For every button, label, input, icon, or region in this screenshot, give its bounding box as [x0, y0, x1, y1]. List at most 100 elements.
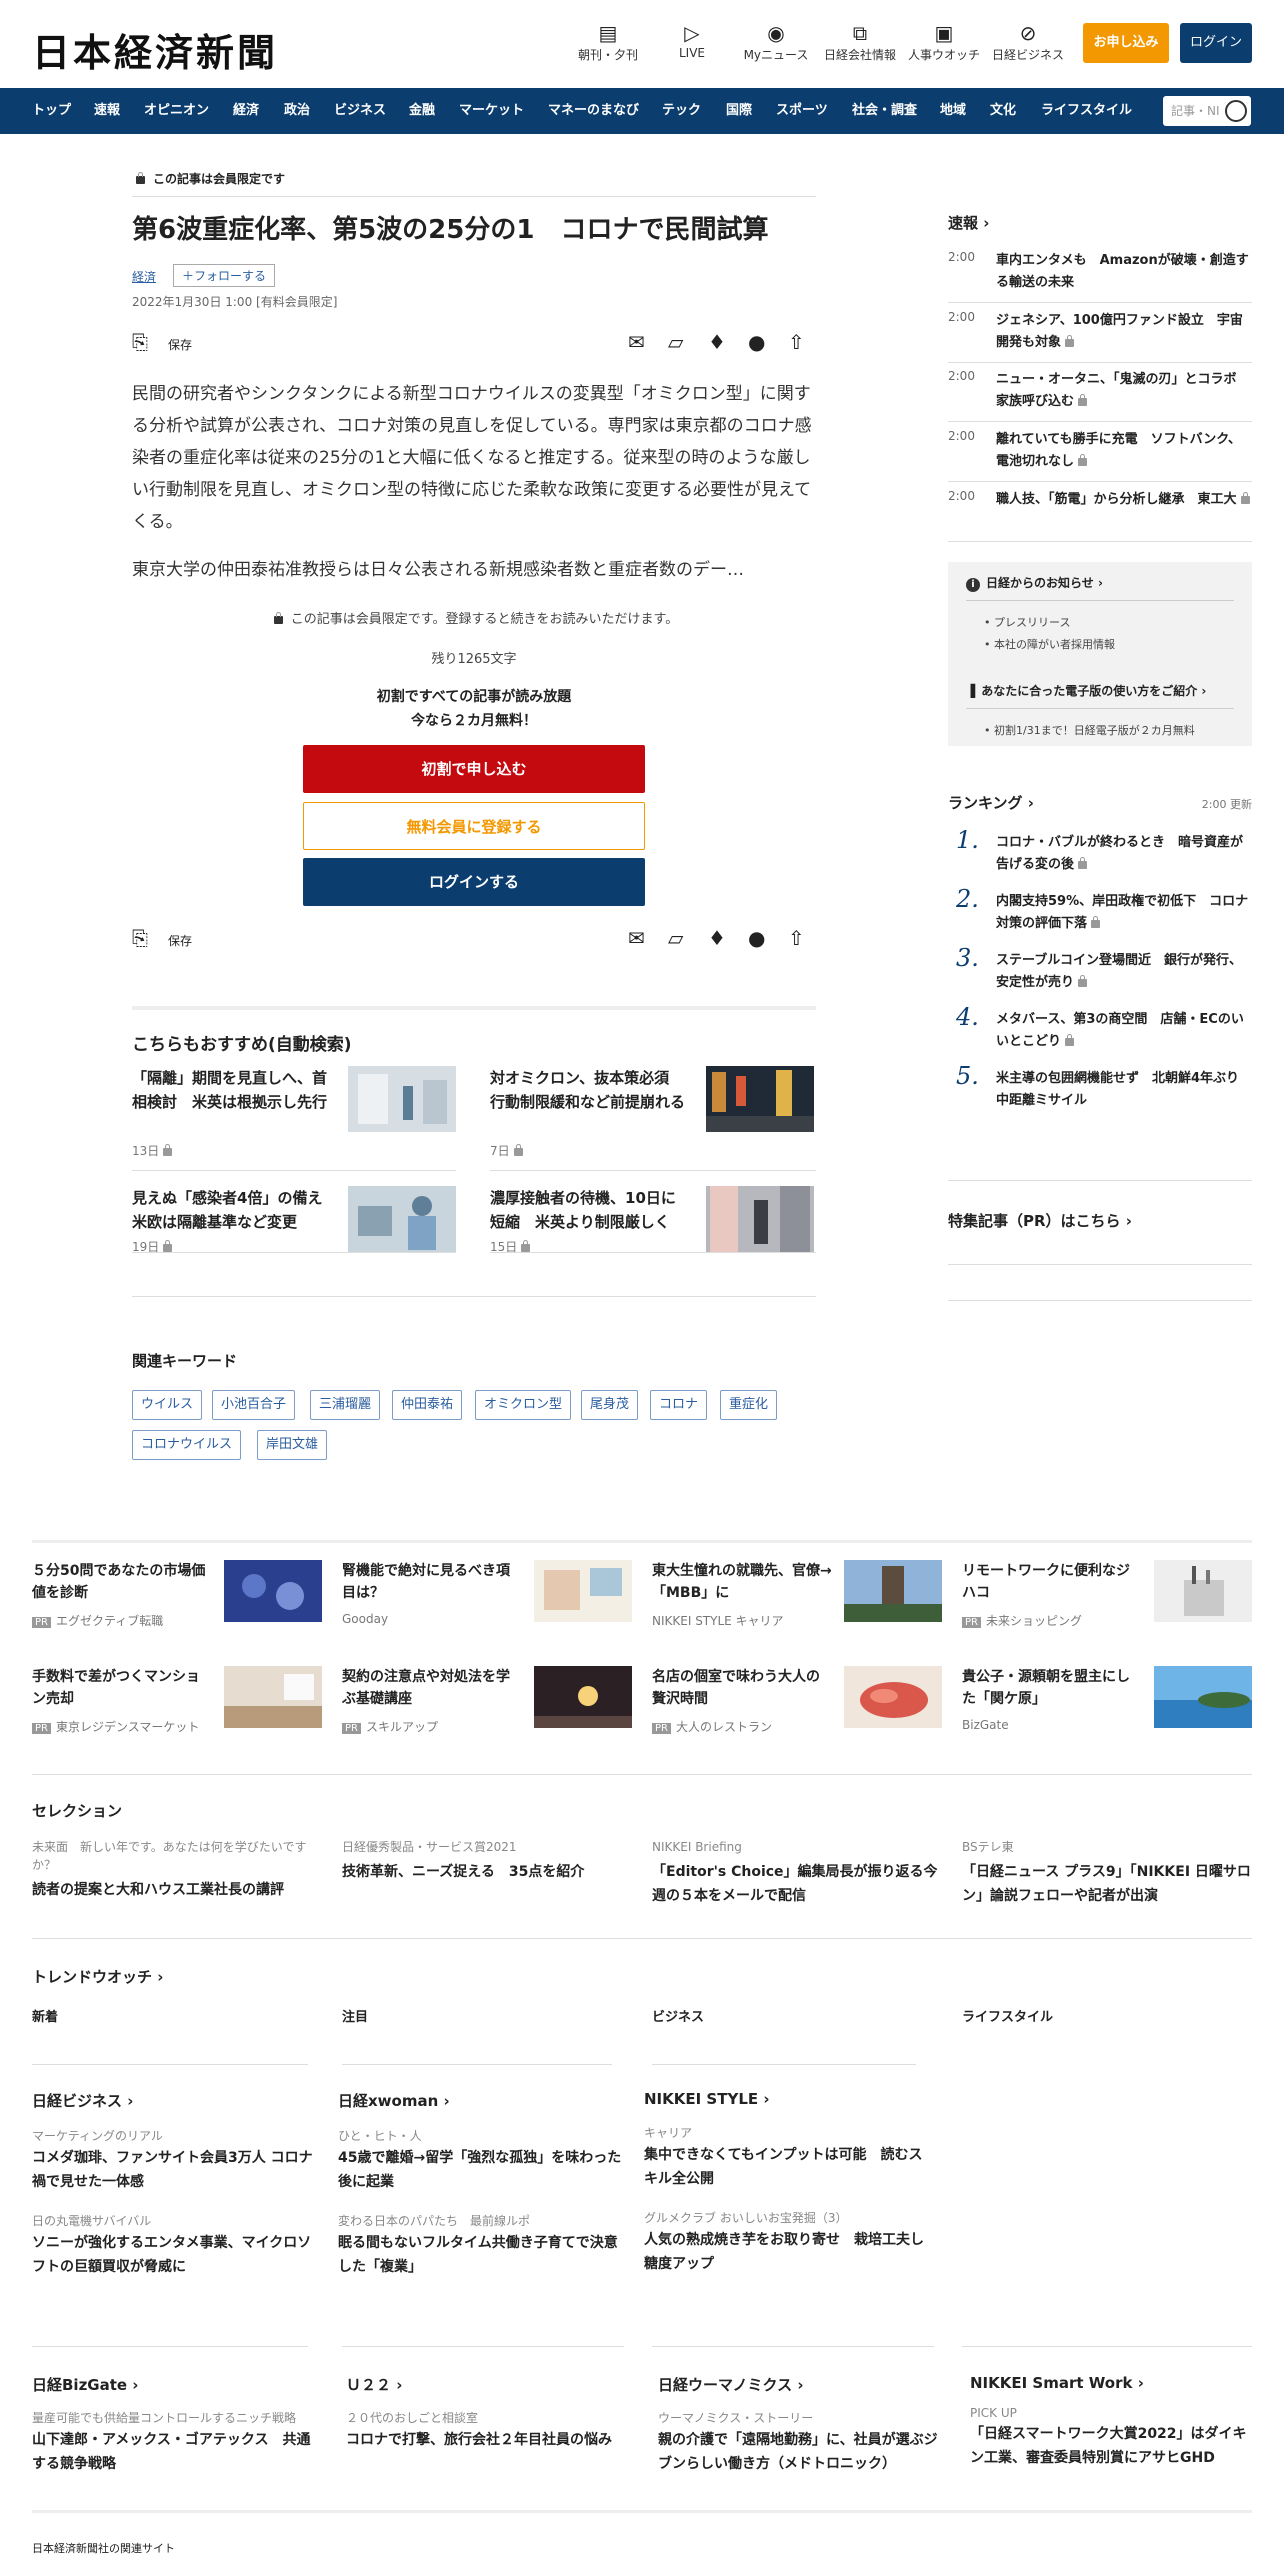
ranking-item[interactable]: 2. 内閣支持59%、岸田政権で初低下 コロナ対策の評価下落	[948, 885, 1252, 941]
selection-item[interactable]: 日経優秀製品・サービス賞2021 技術革新、ニーズ捉える 35点を紹介	[342, 1838, 632, 1884]
nav-item-culture[interactable]: 文化	[990, 88, 1016, 134]
category-link[interactable]: 経済	[132, 268, 156, 285]
ranking-update-time: 2:00 更新	[1201, 798, 1252, 811]
ad-item[interactable]: 契約の注意点や対処法を学ぶ基礎講座 PR スキルアップ	[342, 1666, 632, 1736]
nav-item-top[interactable]: トップ	[32, 88, 71, 134]
notice-item[interactable]: • プレスリリース	[984, 614, 1070, 630]
sokuho-item[interactable]: 2:00 離れていても勝手に充電 ソフトバンク、電池切れなし	[948, 429, 1252, 479]
ranking-item[interactable]: 1. コロナ・バブルが終わるとき 暗号資産が告げる変の後	[948, 826, 1252, 882]
keyword-chip[interactable]: 尾身茂	[581, 1390, 639, 1420]
tab-business[interactable]: ビジネス	[652, 2006, 704, 2025]
nav-item-society[interactable]: 社会・調査	[852, 88, 917, 134]
bookmark-icon[interactable]: ▱	[668, 330, 683, 354]
share-icon[interactable]: ⇧	[788, 926, 805, 950]
keyword-chip[interactable]: コロナ	[650, 1390, 708, 1420]
mail-icon[interactable]: ✉	[628, 330, 645, 354]
trend-watch-heading[interactable]: トレンドウオッチ ›	[32, 1966, 163, 1987]
company-info-link[interactable]: ⧉ 日経会社情報	[820, 20, 900, 63]
notice-item[interactable]: • 本社の障がい者採用情報	[984, 636, 1115, 652]
pr-features-link[interactable]: 特集記事（PR）はこちら ›	[948, 1210, 1132, 1231]
keyword-chip[interactable]: オミクロン型	[475, 1390, 572, 1420]
live-link[interactable]: ▷ LIVE	[652, 20, 732, 60]
selection-item[interactable]: NIKKEI Briefing 「Editor's Choice」編集局長が振り返…	[652, 1838, 942, 1908]
lightbulb-image	[534, 1666, 632, 1728]
save-label[interactable]: 保存	[168, 336, 192, 353]
save-label[interactable]: 保存	[168, 932, 192, 949]
morning-evening-edition-link[interactable]: ▤ 朝刊・夕刊	[568, 20, 648, 63]
keyword-chip[interactable]: コロナウイルス	[132, 1430, 242, 1460]
keyword-chip[interactable]: 岸田文雄	[257, 1430, 328, 1460]
share-icon[interactable]: ⇧	[788, 330, 805, 354]
selection-item[interactable]: 未来面 新しい年です。あなたは何を学びたいですか？ 読者の提案と大和ハウス工業社長…	[32, 1838, 322, 1902]
bookmark-icon[interactable]: ▱	[668, 926, 683, 950]
nav-item-finance[interactable]: 金融	[409, 88, 435, 134]
article-date: 2022年1月30日 1:00 [有料会員限定]	[132, 295, 338, 309]
recommend-item[interactable]: 「隔離」期間を見直しへ、首相検討 米英は根拠示し先行 13日	[132, 1066, 456, 1166]
sokuho-item[interactable]: 2:00 職人技、「筋電」から分析し継承 東工大	[948, 489, 1252, 539]
ad-item[interactable]: 名店の個室で味わう大人の贅沢時間 PR 大人のレストラン	[652, 1666, 942, 1736]
ranking-item[interactable]: 3. ステーブルコイン登場間近 銀行が発行、安定性が売り	[948, 944, 1252, 1000]
apply-button[interactable]: お申し込み	[1083, 23, 1169, 63]
nav-item-sokuho[interactable]: 速報	[94, 88, 120, 134]
waiting-person-image	[706, 1186, 814, 1252]
ebook-guide-heading[interactable]: ▐ あなたに合った電子版の使い方をご紹介 ›	[966, 682, 1206, 699]
ad-item[interactable]: リモートワークに便利なジハコ PR 未来ショッピング	[962, 1560, 1252, 1630]
ranking-item[interactable]: 4. メタバース、第3の商空間 店舗・ECのいいとこどり	[948, 1003, 1252, 1059]
sokuho-item[interactable]: 2:00 車内エンタメも Amazonが破壊・創造する輸送の未来	[948, 250, 1252, 300]
nav-item-politics[interactable]: 政治	[284, 88, 310, 134]
nav-item-money[interactable]: マネーのまなび	[548, 88, 639, 134]
sokuho-item[interactable]: 2:00 ニュー・オータニ、「鬼滅の刃」とコラボ 家族呼び込む	[948, 369, 1252, 419]
paperclip-icon[interactable]: ⎘	[132, 926, 148, 950]
tab-featured[interactable]: 注目	[342, 2006, 368, 2025]
notice-heading[interactable]: i 日経からのお知らせ ›	[966, 574, 1103, 592]
article-login-button[interactable]: ログインする	[303, 858, 645, 906]
ranking-heading[interactable]: ランキング ›	[948, 792, 1034, 813]
ad-item[interactable]: 東大生憧れの就職先、官僚→「MBB」に NIKKEI STYLE キャリア	[652, 1560, 942, 1630]
keyword-chip[interactable]: 三浦瑠麗	[310, 1390, 381, 1420]
login-button[interactable]: ログイン	[1180, 23, 1252, 63]
search-icon[interactable]	[1225, 100, 1247, 122]
paperclip-icon[interactable]: ⎘	[132, 330, 148, 354]
my-news-link[interactable]: ◉ Myニュース	[736, 20, 816, 63]
twitter-icon[interactable]: ♦	[708, 926, 726, 950]
recommend-item[interactable]: 濃厚接触者の待機、10日に短縮 米英より制限厳しく 15日	[490, 1186, 814, 1286]
twitter-icon[interactable]: ♦	[708, 330, 726, 354]
tab-new[interactable]: 新着	[32, 2006, 58, 2025]
nav-item-economy[interactable]: 経済	[233, 88, 259, 134]
recommend-item[interactable]: 見えぬ「感染者4倍」の備え 米欧は隔離基準など変更 19日	[132, 1186, 456, 1286]
media-section-u22: Ｕ２２ › ２０代のおしごと相談室 コロナで打撃、旅行会社２年目社員の悩み	[346, 2376, 612, 2448]
ad-item[interactable]: 貴公子・源頼朝を盟主にした「関ケ原」 BizGate	[962, 1666, 1252, 1736]
sokuho-item[interactable]: 2:00 ジェネシア、100億円ファンド設立 宇宙開発も対象	[948, 310, 1252, 360]
mail-icon[interactable]: ✉	[628, 926, 645, 950]
search-input[interactable]: 記事・NI	[1163, 96, 1251, 126]
recommend-item[interactable]: 対オミクロン、抜本策必須 行動制限緩和など前提崩れる 7日	[490, 1066, 814, 1166]
trial-signup-button[interactable]: 初割で申し込む	[303, 745, 645, 793]
facebook-icon[interactable]: ●	[748, 330, 765, 354]
ebook-promo-item[interactable]: • 初割1/31まで！日経電子版が２カ月無料	[984, 722, 1195, 738]
selection-item[interactable]: BSテレ東 「日経ニュース プラス9」「NIKKEI 日曜サロン」論説フェローや記…	[962, 1838, 1252, 1908]
nav-item-market[interactable]: マーケット	[459, 88, 524, 134]
keyword-chip[interactable]: 小池百合子	[212, 1390, 296, 1420]
nav-item-lifestyle[interactable]: ライフスタイル	[1041, 88, 1132, 134]
ad-item[interactable]: 腎機能で絶対に見るべき項目は？ Gooday	[342, 1560, 632, 1630]
keyword-chip[interactable]: 重症化	[720, 1390, 778, 1420]
follow-button[interactable]: ＋フォローする	[173, 264, 276, 287]
personnel-watch-link[interactable]: ▣ 人事ウオッチ	[904, 20, 984, 63]
nikkei-business-link[interactable]: ⊘ 日経ビジネス	[988, 20, 1068, 63]
nav-item-business[interactable]: ビジネス	[334, 88, 386, 134]
keyword-chip[interactable]: ウイルス	[132, 1390, 203, 1420]
keyword-chip[interactable]: 仲田泰祐	[392, 1390, 463, 1420]
nav-item-opinion[interactable]: オピニオン	[144, 88, 209, 134]
nav-item-world[interactable]: 国際	[726, 88, 752, 134]
facebook-icon[interactable]: ●	[748, 926, 765, 950]
ranking-item[interactable]: 5. 米主導の包囲網機能せず 北朝鮮4年ぶり中距離ミサイル	[948, 1062, 1252, 1118]
nav-item-tech[interactable]: テック	[662, 88, 701, 134]
sokuho-heading[interactable]: 速報 ›	[948, 212, 989, 233]
tab-lifestyle[interactable]: ライフスタイル	[962, 2006, 1053, 2025]
nikkei-logo[interactable]: 日本経済新聞	[32, 22, 278, 77]
ad-item[interactable]: 手数料で差がつくマンション売却 PR 東京レジデンスマーケット	[32, 1666, 322, 1736]
nav-item-region[interactable]: 地域	[940, 88, 966, 134]
free-register-button[interactable]: 無料会員に登録する	[303, 802, 645, 850]
ad-item[interactable]: ５分50問であなたの市場価値を診断 PR エグゼクティブ転職	[32, 1560, 322, 1630]
nav-item-sports[interactable]: スポーツ	[776, 88, 828, 134]
